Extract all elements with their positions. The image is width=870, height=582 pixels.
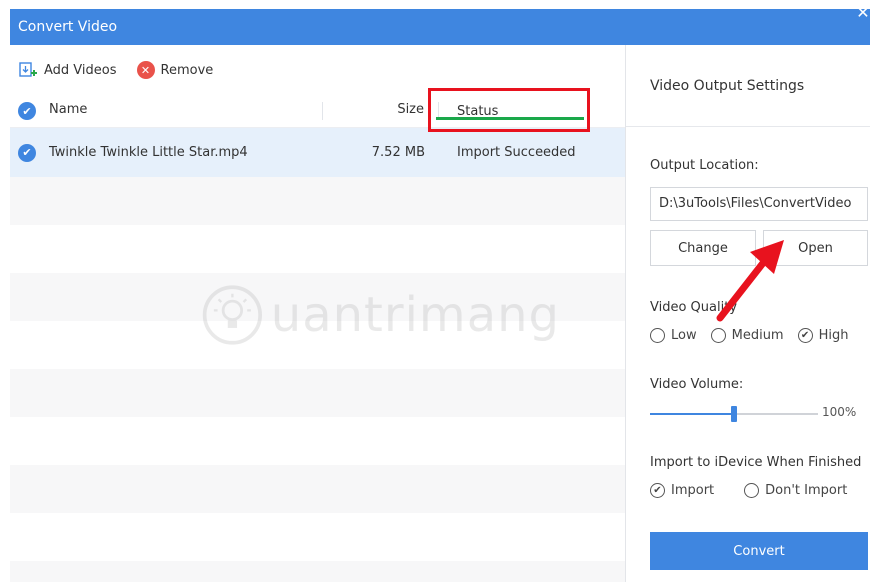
- remove-button[interactable]: ✕ Remove: [136, 61, 214, 79]
- title-bar: Convert Video ✕: [10, 3, 870, 45]
- radio-checked-icon[interactable]: ✔: [650, 483, 665, 498]
- add-videos-button[interactable]: Add Videos: [18, 60, 117, 80]
- watermark-text: uantrimang: [270, 287, 560, 343]
- remove-icon: ✕: [136, 61, 155, 79]
- empty-row: [10, 225, 625, 273]
- import-option-label[interactable]: Import: [671, 483, 714, 498]
- file-name: Twinkle Twinkle Little Star.mp4: [49, 145, 248, 160]
- empty-row: [10, 417, 625, 465]
- empty-row: [10, 369, 625, 417]
- settings-title: Video Output Settings: [626, 45, 870, 127]
- check-icon: ✔: [18, 102, 36, 120]
- dont-import-option-label[interactable]: Don't Import: [765, 483, 847, 498]
- video-volume-label: Video Volume:: [650, 377, 744, 392]
- output-location-label: Output Location:: [650, 158, 759, 173]
- lightbulb-logo-icon: [202, 285, 263, 345]
- add-videos-label: Add Videos: [44, 62, 117, 78]
- import-idevice-label: Import to iDevice When Finished: [650, 455, 862, 470]
- volume-value: 100%: [822, 405, 857, 419]
- file-status: Import Succeeded: [457, 145, 576, 160]
- status-highlight-box: [428, 88, 590, 132]
- check-icon: ✔: [18, 143, 36, 162]
- watermark: uantrimang: [200, 275, 560, 355]
- status-underline: [436, 117, 584, 120]
- empty-row: [10, 561, 625, 582]
- empty-row: [10, 513, 625, 561]
- remove-label: Remove: [160, 62, 214, 78]
- add-video-icon: [18, 60, 38, 80]
- output-path-field[interactable]: D:\3uTools\Files\ConvertVideo: [650, 187, 868, 221]
- empty-row: [10, 177, 625, 225]
- volume-slider-thumb[interactable]: [731, 406, 737, 422]
- select-all-checkbox[interactable]: ✔: [10, 102, 49, 120]
- header-size[interactable]: Size: [323, 102, 439, 120]
- radio-empty-icon[interactable]: [710, 328, 726, 343]
- quality-options: Low Medium ✔ High: [650, 328, 848, 343]
- radio-checked-icon[interactable]: ✔: [797, 328, 813, 343]
- table-row[interactable]: ✔ Twinkle Twinkle Little Star.mp4 7.52 M…: [10, 128, 625, 177]
- close-icon[interactable]: ✕: [856, 3, 870, 23]
- quality-low-label[interactable]: Low: [671, 328, 697, 343]
- convert-button[interactable]: Convert: [650, 532, 868, 570]
- row-checkbox[interactable]: ✔: [10, 143, 49, 162]
- radio-empty-icon[interactable]: [650, 328, 665, 343]
- volume-slider-fill: [650, 413, 734, 415]
- header-name[interactable]: Name: [49, 102, 323, 120]
- empty-row: [10, 465, 625, 513]
- window-title: Convert Video: [18, 19, 118, 35]
- import-options: ✔ Import Don't Import: [650, 483, 847, 498]
- file-size: 7.52 MB: [371, 145, 425, 160]
- quality-medium-label[interactable]: Medium: [732, 328, 784, 343]
- volume-slider[interactable]: [650, 406, 818, 422]
- quality-high-label[interactable]: High: [819, 328, 849, 343]
- red-arrow-annotation: [716, 240, 784, 322]
- radio-empty-icon[interactable]: [744, 483, 760, 498]
